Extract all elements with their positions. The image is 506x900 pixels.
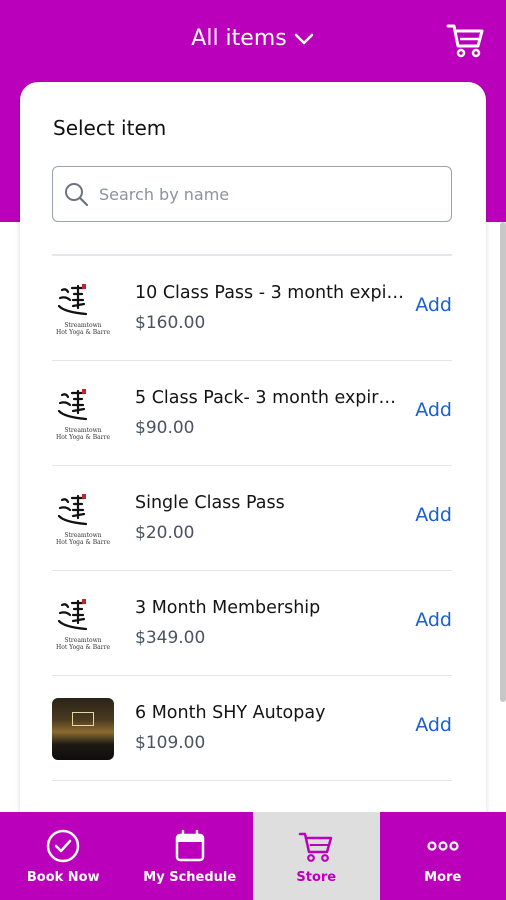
studio-logo: Streamtown Hot Yoga & Barre (52, 383, 114, 445)
tab-label: Book Now (26, 869, 100, 885)
cart-icon (299, 832, 333, 862)
item-name: Single Class Pass (135, 493, 285, 513)
list-item[interactable]: Streamtown Hot Yoga & Barre 10 Class Pas… (52, 256, 452, 361)
header: All items (0, 0, 506, 84)
storefront-image (52, 698, 114, 760)
list-item[interactable]: Streamtown Hot Yoga & Barre 3 Month Memb… (52, 571, 452, 676)
add-button[interactable]: Add (415, 714, 452, 736)
tab-more[interactable]: More (380, 812, 506, 900)
category-dropdown[interactable]: All items (0, 26, 506, 51)
scrollbar[interactable] (500, 222, 506, 702)
item-name: 5 Class Pack- 3 month expiration (135, 388, 405, 408)
calendar-icon (175, 829, 204, 861)
tab-my-schedule[interactable]: My Schedule (127, 812, 254, 900)
search-field[interactable] (52, 166, 452, 222)
item-list: Streamtown Hot Yoga & Barre 10 Class Pas… (52, 256, 452, 781)
add-button[interactable]: Add (415, 609, 452, 631)
cart-icon[interactable] (446, 20, 486, 60)
logo-caption-1: Streamtown (64, 322, 102, 329)
list-item[interactable]: 6 Month SHY Autopay $109.00 Add (52, 676, 452, 781)
studio-logo: Streamtown Hot Yoga & Barre (52, 488, 114, 550)
list-item[interactable]: Streamtown Hot Yoga & Barre 5 Class Pack… (52, 361, 452, 466)
tab-store[interactable]: Store (253, 812, 380, 900)
calligraphy-logo-icon (57, 389, 88, 421)
tab-book-now[interactable]: Book Now (0, 812, 127, 900)
photo-sign (72, 712, 94, 726)
add-button[interactable]: Add (415, 399, 452, 421)
category-label: All items (191, 26, 287, 51)
bottom-nav: Book Now My Schedule Store More (0, 812, 506, 900)
tab-label: My Schedule (143, 869, 237, 885)
item-name: 3 Month Membership (135, 598, 321, 618)
item-price: $20.00 (135, 523, 195, 543)
calligraphy-logo-icon (57, 284, 88, 316)
item-price: $109.00 (135, 733, 206, 753)
tab-label: More (424, 869, 462, 885)
calligraphy-logo-icon (57, 494, 88, 526)
list-item[interactable]: Streamtown Hot Yoga & Barre Single Class… (52, 466, 452, 571)
check-circle-icon (47, 829, 80, 862)
item-price: $90.00 (135, 418, 195, 438)
item-price: $160.00 (135, 313, 206, 333)
item-price: $349.00 (135, 628, 206, 648)
calligraphy-logo-icon (57, 599, 88, 631)
select-item-card: Select item Streamtown Hot Yoga & Barre (20, 82, 486, 842)
add-button[interactable]: Add (415, 504, 452, 526)
tab-label: Store (296, 869, 337, 885)
search-input[interactable] (99, 184, 439, 204)
logo-caption-2: Hot Yoga & Barre (55, 644, 111, 651)
logo-caption-2: Hot Yoga & Barre (55, 434, 111, 441)
item-photo (52, 698, 114, 760)
logo-caption-2: Hot Yoga & Barre (55, 539, 111, 546)
studio-logo: Streamtown Hot Yoga & Barre (52, 593, 114, 655)
studio-logo: Streamtown Hot Yoga & Barre (52, 278, 114, 340)
card-title: Select item (53, 116, 167, 140)
logo-caption-1: Streamtown (64, 637, 102, 644)
chevron-down-icon (294, 33, 313, 44)
logo-caption-1: Streamtown (64, 532, 102, 539)
item-name: 10 Class Pass - 3 month expiration (135, 283, 405, 303)
add-button[interactable]: Add (415, 294, 452, 316)
item-name: 6 Month SHY Autopay (135, 703, 326, 723)
logo-caption-2: Hot Yoga & Barre (55, 329, 111, 336)
search-icon (65, 183, 89, 207)
more-dots-icon (427, 840, 459, 851)
logo-caption-1: Streamtown (64, 427, 102, 434)
